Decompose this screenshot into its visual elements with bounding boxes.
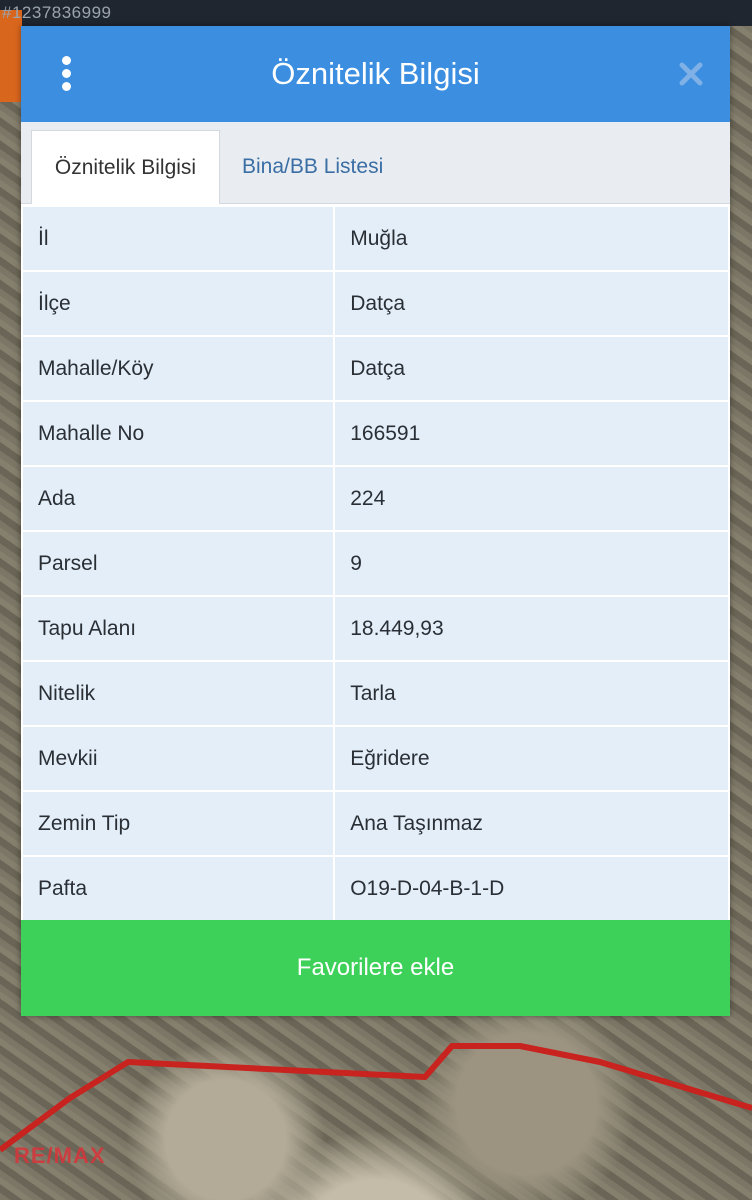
row-label: İl (20, 205, 336, 272)
row-label: Mahalle No (20, 400, 336, 467)
row-value: O19-D-04-B-1-D (333, 855, 730, 922)
row-label: Tapu Alanı (20, 595, 336, 662)
row-label: Nitelik (20, 660, 336, 727)
row-value: Ana Taşınmaz (333, 790, 730, 857)
table-row: Zemin Tip Ana Taşınmaz (20, 790, 730, 857)
row-label: Mahalle/Köy (20, 335, 336, 402)
row-value: Datça (333, 335, 730, 402)
add-to-favorites-button[interactable]: Favorilere ekle (21, 920, 730, 1016)
table-row: Tapu Alanı 18.449,93 (20, 595, 730, 662)
row-value: Datça (333, 270, 730, 337)
table-row: Mevkii Eğridere (20, 725, 730, 792)
table-row: Ada 224 (20, 465, 730, 532)
attribute-table: İl Muğla İlçe Datça Mahalle/Köy Datça Ma… (20, 205, 730, 922)
row-value: 224 (333, 465, 730, 532)
row-label: Zemin Tip (20, 790, 336, 857)
tab-attribute-info[interactable]: Öznitelik Bilgisi (31, 130, 220, 204)
vertical-dots-icon[interactable] (57, 56, 77, 92)
row-value: Eğridere (333, 725, 730, 792)
table-row: Mahalle/Köy Datça (20, 335, 730, 402)
row-label: Mevkii (20, 725, 336, 792)
row-label: Ada (20, 465, 336, 532)
table-row: Mahalle No 166591 (20, 400, 730, 467)
close-icon[interactable] (677, 60, 705, 88)
table-row: İl Muğla (20, 205, 730, 272)
table-row: Pafta O19-D-04-B-1-D (20, 855, 730, 922)
table-row: Parsel 9 (20, 530, 730, 597)
attribute-info-dialog: Öznitelik Bilgisi Öznitelik Bilgisi Bina… (20, 26, 730, 1016)
table-row: İlçe Datça (20, 270, 730, 337)
row-value: 9 (333, 530, 730, 597)
row-label: Parsel (20, 530, 336, 597)
dialog-title: Öznitelik Bilgisi (271, 56, 480, 91)
tab-building-list[interactable]: Bina/BB Listesi (226, 130, 399, 204)
row-label: İlçe (20, 270, 336, 337)
row-value: 18.449,93 (333, 595, 730, 662)
row-label: Pafta (20, 855, 336, 922)
row-value: Muğla (333, 205, 730, 272)
tab-bar: Öznitelik Bilgisi Bina/BB Listesi (21, 122, 730, 204)
remax-logo: RE/MAX (14, 1143, 106, 1168)
table-row: Nitelik Tarla (20, 660, 730, 727)
row-value: 166591 (333, 400, 730, 467)
row-value: Tarla (333, 660, 730, 727)
dialog-header: Öznitelik Bilgisi (21, 26, 730, 122)
